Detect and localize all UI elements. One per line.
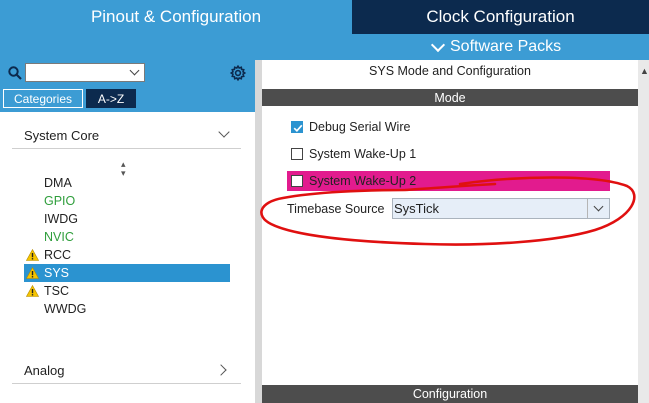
warning-icon [26,285,39,297]
checkbox-system-wake-up-1[interactable] [291,148,303,160]
mode-header-label: Mode [434,90,466,105]
list-item-dma[interactable]: DMA [44,174,72,192]
category-analog[interactable]: Analog [24,363,64,378]
software-packs-label: Software Packs [450,38,562,55]
configuration-header-label: Configuration [412,387,488,401]
list-item-nvic[interactable]: NVIC [44,228,74,246]
tab-clock-configuration[interactable]: Clock Configuration [352,0,649,34]
tab-clock-label: Clock Configuration [426,7,575,26]
chevron-down-icon[interactable] [129,65,140,76]
list-item-sys[interactable]: SYS [44,264,69,282]
checkbox-debug-serial-wire[interactable] [291,121,303,133]
tab-a-to-z[interactable]: A->Z [86,89,136,108]
gear-icon[interactable] [230,65,246,81]
category-system-core[interactable]: System Core [24,128,99,143]
check-icon [293,124,303,133]
list-item-wwdg[interactable]: WWDG [44,300,86,318]
sort-icon[interactable]: ▴ ▾ [121,160,126,178]
divider [12,383,241,384]
warning-icon [26,267,39,279]
configuration-header: Configuration [262,385,638,403]
checkbox-box[interactable] [291,121,303,133]
search-field[interactable] [28,65,127,81]
search-input[interactable] [25,63,145,82]
tab-categories[interactable]: Categories [3,89,83,108]
divider [12,148,241,149]
option-debug-serial-wire-label: Debug Serial Wire [309,120,411,134]
red-annotation-circle [260,176,636,246]
list-item-gpio[interactable]: GPIO [44,192,75,210]
warning-icon [26,249,39,261]
tab-pinout-configuration[interactable]: Pinout & Configuration [0,0,352,34]
software-packs-menu[interactable]: Software Packs [430,36,562,58]
scroll-up-icon[interactable]: ▲ [640,66,649,76]
mode-header: Mode [262,89,638,106]
tab-a-to-z-label: A->Z [97,91,125,106]
list-item-rcc[interactable]: RCC [44,246,71,264]
option-system-wake-up-1-label: System Wake-Up 1 [309,147,417,161]
chevron-down-icon [430,37,446,52]
search-icon[interactable] [8,66,22,80]
tab-pinout-label: Pinout & Configuration [90,7,262,26]
panel-title: SYS Mode and Configuration [369,64,531,78]
tab-categories-label: Categories [13,91,73,106]
list-item-iwdg[interactable]: IWDG [44,210,78,228]
list-item-tsc[interactable]: TSC [44,282,69,300]
